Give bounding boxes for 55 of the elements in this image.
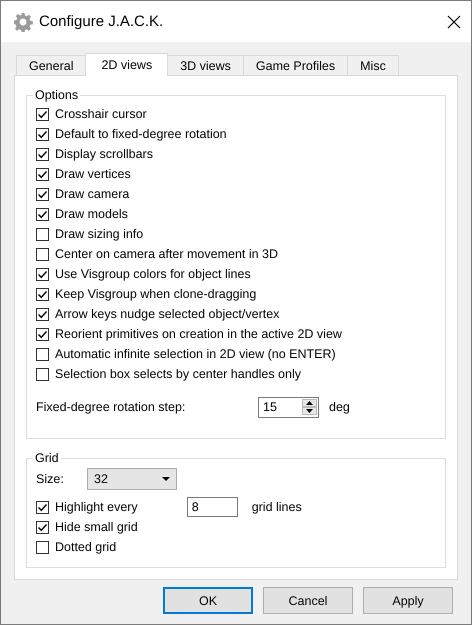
checkbox-label: Use Visgroup colors for object lines	[55, 267, 251, 281]
checkbox-label: Crosshair cursor	[55, 107, 147, 121]
input-field[interactable]: 8	[186, 497, 238, 517]
checkbox[interactable]	[36, 288, 49, 300]
unit-label: grid lines	[252, 500, 302, 514]
dialog-button[interactable]: Apply	[363, 587, 453, 614]
checkbox-label: Automatic infinite selection in 2D view (no ENTER)	[55, 347, 336, 361]
checkbox-label: Center on camera after movement in 3D	[55, 247, 278, 261]
checkbox[interactable]	[36, 248, 49, 260]
gear-icon	[13, 12, 33, 32]
checkbox[interactable]	[36, 108, 49, 120]
tab[interactable]: General	[16, 55, 86, 75]
up-icon[interactable]	[302, 399, 317, 407]
checkbox-label: Display scrollbars	[55, 147, 153, 161]
checkbox[interactable]	[36, 208, 49, 220]
checkbox-label: Draw sizing info	[55, 227, 144, 241]
down-icon[interactable]	[302, 407, 317, 415]
checkbox-label: Draw models	[55, 207, 128, 221]
checkbox[interactable]	[36, 268, 49, 280]
size-dropdown[interactable]: 32	[87, 468, 177, 490]
field-label: Fixed-degree rotation step:	[36, 400, 186, 414]
checkbox[interactable]	[36, 500, 49, 514]
checkbox-label: Draw vertices	[55, 167, 131, 181]
unit-label: deg	[329, 400, 350, 414]
checkbox[interactable]	[36, 168, 49, 180]
tab[interactable]: 2D views	[85, 53, 168, 76]
dialog-button[interactable]: Cancel	[263, 587, 353, 614]
group-title: Grid	[34, 451, 60, 465]
checkbox-label: Reorient primitives on creation in the active 2D view	[55, 327, 342, 341]
caret-icon	[162, 477, 170, 481]
checkbox[interactable]	[36, 228, 49, 240]
checkbox-label: Hide small grid	[55, 520, 138, 534]
checkbox-label: Dotted grid	[55, 540, 116, 554]
tab[interactable]: Misc	[347, 55, 399, 75]
checkbox[interactable]	[36, 540, 49, 554]
checkbox-label: Default to fixed-degree rotation	[55, 127, 227, 141]
checkbox[interactable]	[36, 368, 49, 380]
checkbox[interactable]	[36, 348, 49, 360]
checkbox[interactable]	[36, 328, 49, 340]
spin-field[interactable]: 15	[258, 396, 319, 418]
checkbox-label: Keep Visgroup when clone-dragging	[55, 287, 256, 301]
checkbox-label: Selection box selects by center handles only	[55, 367, 301, 381]
checkbox[interactable]	[36, 148, 49, 160]
checkbox[interactable]	[36, 128, 49, 140]
checkbox[interactable]	[36, 520, 49, 534]
checkbox-label: Draw camera	[55, 187, 130, 201]
window-title: Configure J.A.C.K.	[39, 13, 164, 30]
checkbox[interactable]	[36, 188, 49, 200]
checkbox-label: Highlight every	[55, 500, 138, 514]
checkbox[interactable]	[36, 308, 49, 320]
dialog-button[interactable]: OK	[163, 587, 253, 614]
checkbox-label: Arrow keys nudge selected object/vertex	[55, 307, 280, 321]
group-title: Options	[34, 88, 80, 102]
close-icon[interactable]	[447, 14, 461, 28]
field-label: Size:	[36, 472, 65, 486]
